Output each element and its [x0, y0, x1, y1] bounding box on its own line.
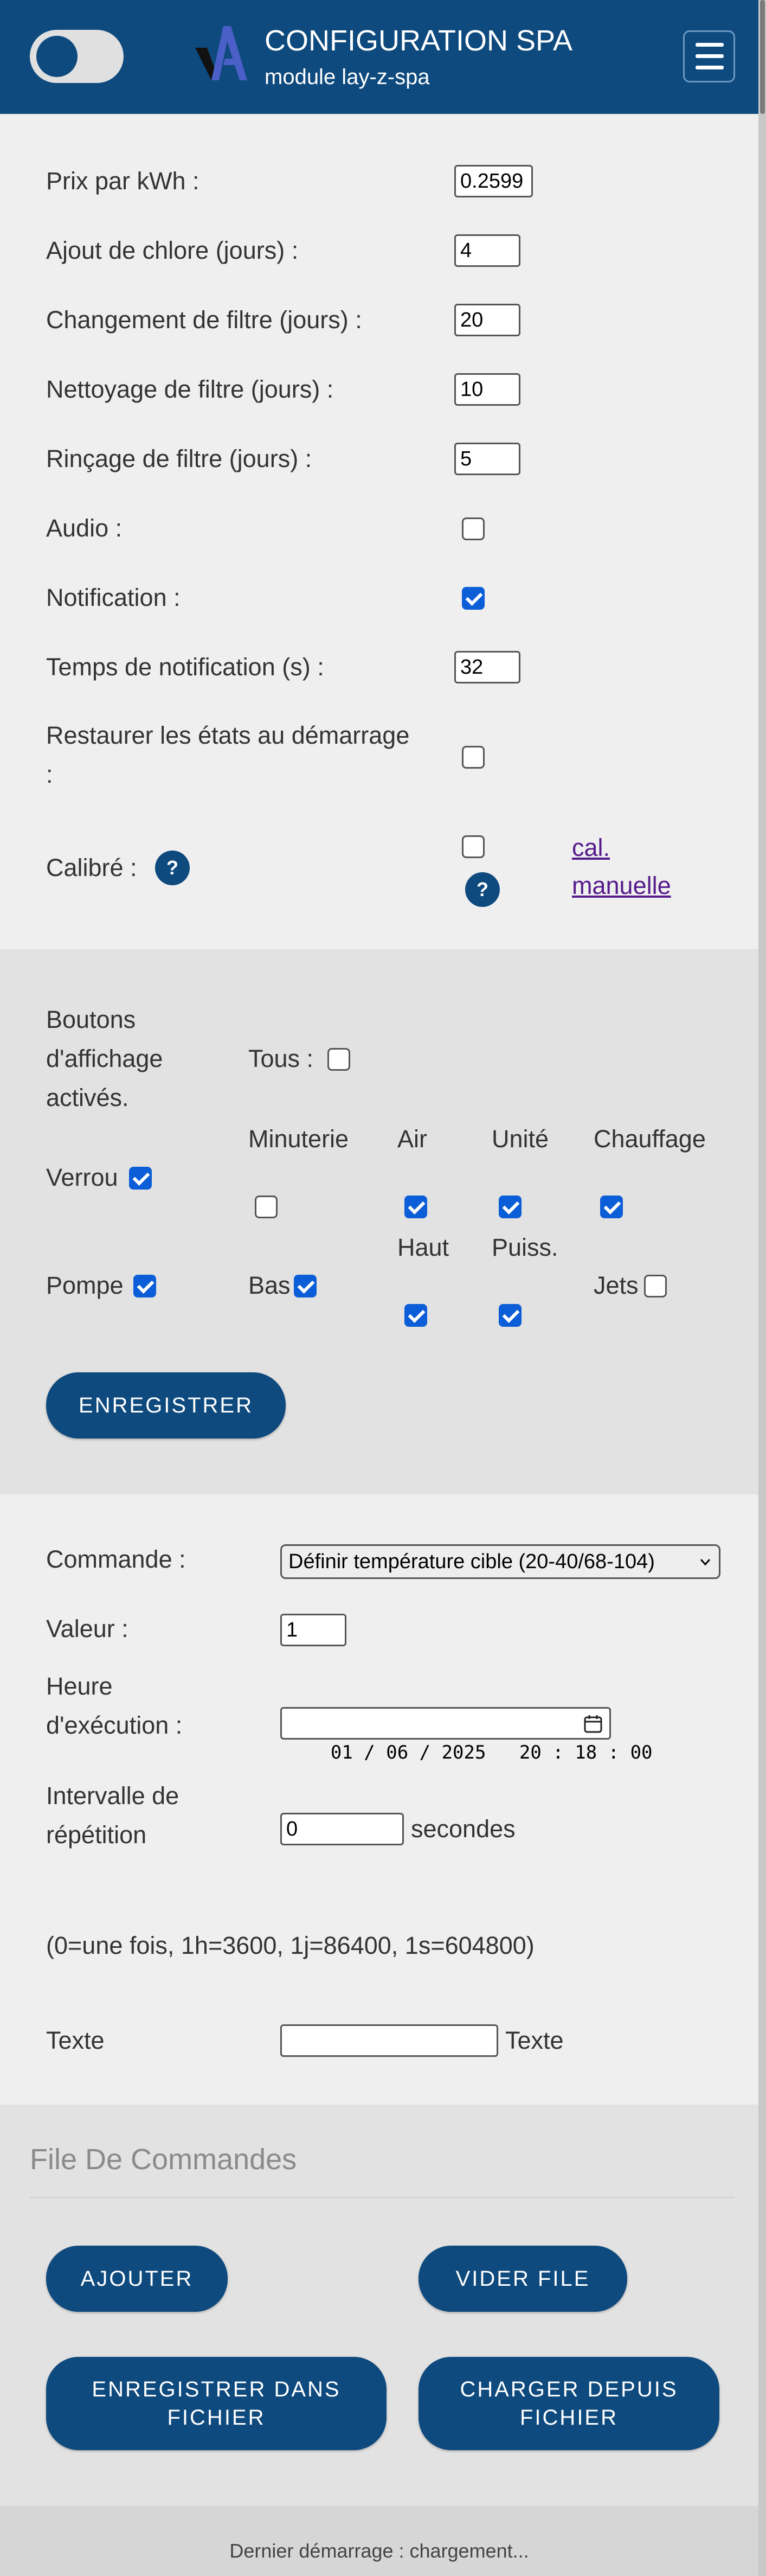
- high-checkbox[interactable]: [404, 1304, 427, 1327]
- menu-icon-bar: [696, 54, 724, 58]
- save-to-file-label-2: FICHIER: [167, 2406, 266, 2430]
- queue-section: File De Commandes AJOUTER VIDER FILE ENR…: [0, 2105, 758, 2506]
- exec-time-input[interactable]: 01 / 06 / 2025 20 : 18 : 00: [280, 1707, 653, 1763]
- filter-clean-input[interactable]: 10: [454, 373, 520, 406]
- power-checkbox[interactable]: [499, 1304, 522, 1327]
- lock-checkbox[interactable]: [129, 1167, 152, 1190]
- power-toggle[interactable]: [30, 30, 124, 83]
- menu-icon-bar: [696, 66, 724, 69]
- last-boot-text: Dernier démarrage : chargement...: [229, 2540, 529, 2562]
- value-input[interactable]: 1: [280, 1614, 346, 1646]
- save-display-button[interactable]: ENREGISTRER: [46, 1372, 286, 1439]
- exec-time-value: 01 / 06 / 2025 20 : 18 : 00: [330, 1742, 653, 1763]
- calibrated-checkbox[interactable]: [462, 835, 485, 858]
- unit-label: Unité: [492, 1125, 549, 1153]
- calibrated-label: Calibré :: [46, 854, 137, 881]
- load-from-file-label-2: FICHIER: [520, 2406, 618, 2430]
- notification-checkbox[interactable]: [462, 587, 485, 610]
- exec-time-label-2: d'exécution :: [46, 1711, 183, 1739]
- app-logo: [195, 26, 247, 80]
- command-select-value: Définir température cible (20-40/68-104): [288, 1550, 655, 1573]
- app-title: CONFIGURATION SPA: [265, 24, 573, 57]
- value-label: Valeur :: [46, 1615, 128, 1642]
- calendar-icon[interactable]: [583, 1714, 603, 1734]
- text-suffix: Texte: [505, 2027, 564, 2054]
- command-select[interactable]: Définir température cible (20-40/68-104): [280, 1544, 720, 1579]
- command-label: Commande :: [46, 1545, 186, 1573]
- manual-calibration-link[interactable]: cal.: [572, 829, 610, 867]
- repeat-label-2: répétition: [46, 1821, 147, 1849]
- toggle-knob: [36, 36, 78, 77]
- restore-label-colon: :: [46, 760, 53, 788]
- air-label: Air: [397, 1125, 427, 1153]
- lock-label: Verrou: [46, 1164, 118, 1191]
- jets-checkbox[interactable]: [644, 1275, 667, 1297]
- scrollbar[interactable]: [758, 0, 766, 2576]
- add-command-button[interactable]: AJOUTER: [46, 2246, 228, 2312]
- display-buttons-heading: Boutons: [46, 1006, 136, 1033]
- all-checkbox[interactable]: [327, 1048, 350, 1071]
- jets-label: Jets: [594, 1271, 639, 1299]
- audio-checkbox[interactable]: [462, 517, 485, 540]
- filter-rinse-input[interactable]: 5: [454, 443, 520, 475]
- notification-label: Notification :: [46, 584, 181, 611]
- heating-checkbox[interactable]: [600, 1196, 623, 1218]
- filter-clean-label: Nettoyage de filtre (jours) :: [46, 375, 334, 403]
- chlorine-input[interactable]: 4: [454, 234, 520, 267]
- top-bar: CONFIGURATION SPA module lay-z-spa: [0, 0, 758, 114]
- pump-label: Pompe: [46, 1271, 124, 1299]
- save-to-file-label: ENREGISTRER DANS: [92, 2377, 341, 2401]
- clear-queue-button[interactable]: VIDER FILE: [419, 2246, 627, 2312]
- display-buttons-heading-3: activés.: [46, 1084, 129, 1111]
- repeat-unit: secondes: [411, 1815, 516, 1843]
- price-input[interactable]: 0.2599: [454, 165, 533, 197]
- pump-checkbox[interactable]: [133, 1275, 156, 1297]
- repeat-hint: (0=une fois, 1h=3600, 1j=86400, 1s=60480…: [46, 1932, 535, 1959]
- restore-label: Restaurer les états au démarrage: [46, 721, 410, 749]
- menu-icon-bar: [696, 43, 724, 47]
- notif-time-input[interactable]: 32: [454, 651, 520, 683]
- filter-rinse-label: Rinçage de filtre (jours) :: [46, 445, 312, 472]
- footer: Dernier démarrage : chargement...: [0, 2506, 758, 2576]
- low-label: Bas: [248, 1271, 291, 1299]
- scrollbar-thumb[interactable]: [760, 0, 765, 114]
- manual-cal-help-icon[interactable]: ?: [465, 872, 500, 907]
- chlorine-label: Ajout de chlore (jours) :: [46, 236, 299, 264]
- display-buttons-section: Boutons d'affichage activés. Tous : Verr…: [0, 949, 758, 1494]
- air-checkbox[interactable]: [404, 1196, 427, 1218]
- repeat-label: Intervalle de: [46, 1782, 179, 1810]
- audio-label: Audio :: [46, 514, 123, 542]
- filter-change-label: Changement de filtre (jours) :: [46, 306, 362, 334]
- power-label: Puiss.: [492, 1233, 558, 1261]
- load-from-file-label: CHARGER DEPUIS: [460, 2377, 678, 2401]
- repeat-input[interactable]: 0: [280, 1813, 404, 1845]
- timer-checkbox[interactable]: [255, 1196, 278, 1218]
- menu-button[interactable]: [683, 30, 735, 82]
- unit-checkbox[interactable]: [499, 1196, 522, 1218]
- command-section: Commande : Définir température cible (20…: [0, 1494, 758, 2105]
- filter-change-input[interactable]: 20: [454, 304, 520, 336]
- text-label: Texte: [46, 2027, 105, 2054]
- load-from-file-button[interactable]: CHARGER DEPUIS FICHIER: [419, 2357, 719, 2450]
- settings-section: Prix par kWh : 0.2599 Ajout de chlore (j…: [0, 114, 758, 949]
- chevron-down-icon: [700, 1559, 711, 1566]
- high-label: Haut: [397, 1233, 449, 1261]
- all-label: Tous :: [248, 1045, 314, 1072]
- manual-calibration-link-2[interactable]: manuelle: [572, 867, 671, 905]
- notif-time-label: Temps de notification (s) :: [46, 653, 324, 681]
- text-input[interactable]: [280, 2024, 498, 2057]
- low-checkbox[interactable]: [294, 1275, 317, 1297]
- save-to-file-button[interactable]: ENREGISTRER DANS FICHIER: [46, 2357, 387, 2450]
- restore-checkbox[interactable]: [462, 746, 485, 769]
- queue-divider: [30, 2197, 735, 2198]
- timer-label: Minuterie: [248, 1125, 349, 1153]
- app-subtitle: module lay-z-spa: [265, 65, 430, 89]
- exec-time-label: Heure: [46, 1672, 113, 1700]
- queue-title: File De Commandes: [30, 2143, 297, 2176]
- display-buttons-heading-2: d'affichage: [46, 1045, 163, 1072]
- heating-label: Chauffage: [594, 1125, 706, 1153]
- price-label: Prix par kWh :: [46, 167, 199, 195]
- calibrated-help-icon[interactable]: ?: [155, 851, 190, 885]
